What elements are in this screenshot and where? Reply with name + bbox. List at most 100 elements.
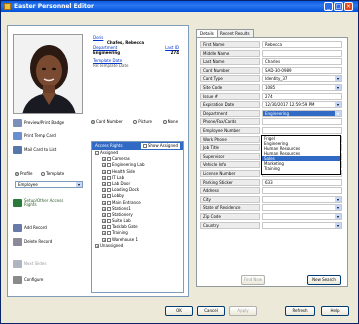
expand-icon[interactable]: +: [102, 181, 106, 186]
template-radio[interactable]: [41, 172, 45, 176]
collapse-icon[interactable]: -: [95, 151, 99, 155]
delete-record-button[interactable]: Delete Record: [13, 237, 52, 246]
expand-icon[interactable]: +: [102, 219, 106, 224]
field-input[interactable]: [262, 118, 342, 126]
node-checkbox[interactable]: [107, 237, 111, 242]
node-checkbox[interactable]: [107, 200, 111, 205]
chevron-down-icon[interactable]: ▾: [335, 205, 341, 211]
ok-button[interactable]: OK: [165, 306, 193, 316]
show-assigned-checkbox[interactable]: Show Assigned: [140, 143, 180, 149]
chevron-down-icon[interactable]: ▾: [335, 222, 341, 228]
field-input[interactable]: 274: [262, 92, 342, 100]
new-search-button[interactable]: New Search: [307, 275, 341, 285]
configure-icon: [13, 275, 22, 284]
next-slides-button[interactable]: Next Slides: [13, 259, 46, 268]
maximize-button[interactable]: □: [334, 2, 343, 11]
form-row: Employee Number: [200, 127, 345, 134]
expand-icon[interactable]: +: [102, 237, 106, 242]
chevron-down-icon[interactable]: ▾: [335, 76, 341, 82]
tab-details[interactable]: Details: [196, 29, 218, 37]
close-button[interactable]: ×: [344, 2, 353, 11]
chevron-down-icon[interactable]: ▾: [335, 196, 341, 202]
expand-icon[interactable]: +: [102, 200, 106, 205]
picture-radio[interactable]: [133, 120, 138, 124]
none-radio[interactable]: [162, 120, 167, 124]
tree-node-label: Stationery: [112, 211, 133, 217]
node-checkbox[interactable]: [107, 169, 111, 174]
field-input[interactable]: 12/30/2017 12:59:59 PM ▾: [262, 101, 342, 109]
node-checkbox[interactable]: [107, 231, 111, 236]
form-row: Department Engineering ▾: [200, 109, 345, 117]
access-rights-tree: Access Rights Show Assigned - Assigned + Ca…: [91, 141, 184, 293]
field-input[interactable]: [262, 127, 342, 134]
field-label: Card Number: [200, 66, 260, 74]
employee-type-value: Employee: [18, 182, 38, 187]
chevron-down-icon[interactable]: ▾: [335, 85, 341, 90]
tree-node[interactable]: +Unassigned: [92, 243, 183, 249]
mail-card-button[interactable]: Mail Card to List: [13, 145, 56, 154]
field-label: Work Phone: [200, 135, 260, 143]
node-checkbox[interactable]: [107, 188, 111, 193]
card-number-radio[interactable]: [91, 120, 95, 124]
field-input[interactable]: 1085 ▾: [262, 84, 342, 91]
field-input[interactable]: ▾: [262, 213, 342, 220]
delete-record-icon: [13, 237, 22, 246]
field-input[interactable]: Identity_37 ▾: [262, 75, 342, 83]
mail-icon: [13, 145, 22, 154]
department-dropdown-list[interactable]: Frigel Engineering Human Resources Human Re…: [261, 135, 341, 175]
expand-icon[interactable]: +: [102, 212, 106, 217]
department-option[interactable]: Training: [262, 166, 340, 171]
preview-badge-button[interactable]: Preview/Print Badge: [13, 118, 64, 127]
field-input[interactable]: SAD-30-0989: [262, 66, 342, 74]
add-record-button[interactable]: Add Record: [13, 223, 47, 232]
print-temp-card-button[interactable]: Print Temp Card: [13, 131, 56, 140]
chevron-down-icon[interactable]: ▾: [335, 110, 341, 116]
configure-button[interactable]: Configure: [13, 275, 43, 284]
profile-radio[interactable]: [15, 172, 19, 176]
help-button[interactable]: Help: [321, 306, 349, 316]
find-now-button[interactable]: Find Now: [241, 275, 265, 285]
setup-access-button[interactable]: Setup/Other Access Rights: [13, 197, 64, 209]
expand-icon[interactable]: +: [102, 175, 106, 180]
expand-icon[interactable]: +: [102, 157, 106, 162]
field-input[interactable]: Rebecca: [262, 41, 342, 48]
field-input[interactable]: [262, 187, 342, 195]
expand-icon[interactable]: +: [102, 194, 106, 199]
minimize-button[interactable]: _: [324, 2, 333, 11]
tab-recent-results[interactable]: Recent Results: [216, 29, 254, 37]
node-checkbox[interactable]: [107, 225, 111, 230]
field-label: Card Type: [200, 75, 260, 83]
field-label: Site Code: [200, 84, 260, 91]
node-checkbox[interactable]: [107, 212, 111, 217]
title-bar[interactable]: Easter Personnel Editor _ □ ×: [1, 1, 358, 12]
field-input[interactable]: 633: [262, 178, 342, 186]
field-input[interactable]: [262, 49, 342, 57]
expand-icon[interactable]: +: [102, 225, 106, 230]
node-checkbox[interactable]: [107, 194, 111, 199]
expand-icon[interactable]: +: [102, 188, 106, 193]
expand-icon[interactable]: +: [102, 206, 106, 211]
field-input[interactable]: ▾: [262, 204, 342, 212]
apply-button[interactable]: Apply: [229, 306, 257, 316]
expand-icon[interactable]: +: [95, 243, 99, 248]
node-checkbox[interactable]: [107, 206, 111, 211]
employee-type-select[interactable]: Employee ▾: [15, 181, 83, 188]
field-input[interactable]: Engineering ▾: [262, 109, 342, 117]
expand-icon[interactable]: +: [102, 169, 106, 174]
node-checkbox[interactable]: [107, 219, 111, 224]
checkbox-icon: [142, 144, 147, 148]
expand-icon[interactable]: +: [102, 231, 106, 236]
node-checkbox[interactable]: [107, 157, 111, 162]
refresh-button[interactable]: Refresh: [285, 306, 315, 316]
field-input[interactable]: Charles: [262, 58, 342, 66]
cancel-button[interactable]: Cancel: [197, 306, 225, 316]
field-input[interactable]: ▾: [262, 221, 342, 229]
expand-icon[interactable]: +: [102, 163, 106, 168]
node-checkbox[interactable]: [107, 181, 111, 186]
node-checkbox[interactable]: [107, 163, 111, 168]
field-label: Employee Number: [200, 127, 260, 134]
field-input[interactable]: ▾: [262, 195, 342, 203]
chevron-down-icon[interactable]: ▾: [335, 102, 341, 108]
node-checkbox[interactable]: [107, 175, 111, 180]
chevron-down-icon[interactable]: ▾: [335, 214, 341, 219]
